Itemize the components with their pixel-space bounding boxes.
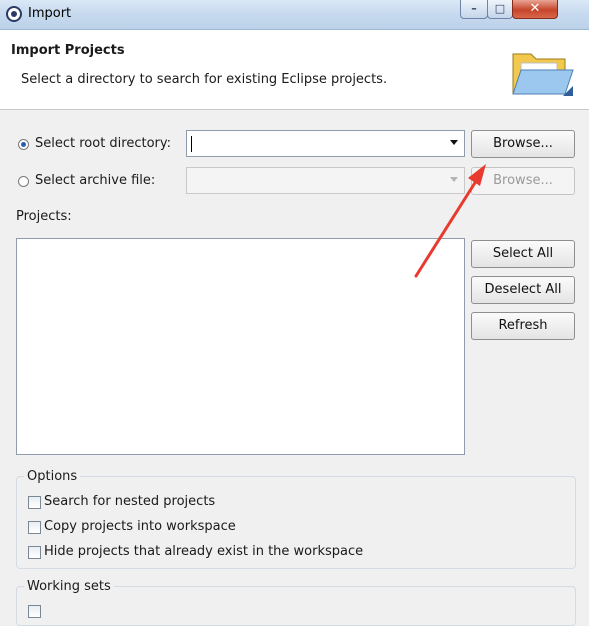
hide-existing-checkbox[interactable] — [28, 546, 41, 559]
refresh-button[interactable]: Refresh — [471, 312, 575, 340]
minimize-button[interactable]: – — [460, 0, 488, 19]
folder-icon — [512, 53, 574, 96]
page-title: Import Projects — [11, 43, 125, 58]
projects-label: Projects: — [16, 209, 72, 224]
copy-projects-checkbox[interactable] — [28, 521, 41, 534]
text-cursor — [191, 136, 192, 152]
wizard-header: Import Projects Select a directory to se… — [0, 30, 589, 110]
working-sets-title: Working sets — [24, 579, 114, 594]
nested-projects-checkbox[interactable] — [28, 496, 41, 509]
browse-archive-button: Browse... — [471, 167, 575, 195]
chevron-down-icon[interactable] — [450, 140, 458, 145]
deselect-all-button[interactable]: Deselect All — [471, 276, 575, 304]
root-directory-radio[interactable] — [18, 139, 29, 150]
select-all-button[interactable]: Select All — [471, 240, 575, 268]
eclipse-app-icon — [6, 6, 22, 22]
title-bar: Import – □ ✕ — [0, 0, 589, 30]
working-set-checkbox[interactable] — [28, 605, 41, 618]
options-title: Options — [24, 469, 81, 484]
hide-existing-label: Hide projects that already exist in the … — [44, 544, 364, 559]
projects-list[interactable] — [16, 238, 465, 455]
root-directory-label: Select root directory: — [35, 136, 172, 151]
window-title: Import — [28, 6, 72, 21]
maximize-button[interactable]: □ — [487, 0, 513, 19]
copy-projects-label: Copy projects into workspace — [44, 519, 236, 534]
chevron-down-icon — [450, 177, 458, 182]
archive-file-radio[interactable] — [18, 176, 29, 187]
page-description: Select a directory to search for existin… — [21, 72, 388, 87]
archive-file-combo — [186, 167, 465, 194]
close-button[interactable]: ✕ — [512, 0, 558, 19]
root-directory-combo[interactable] — [186, 130, 465, 157]
browse-root-button[interactable]: Browse... — [471, 130, 575, 158]
archive-file-label: Select archive file: — [35, 173, 156, 188]
nested-projects-label: Search for nested projects — [44, 494, 216, 509]
